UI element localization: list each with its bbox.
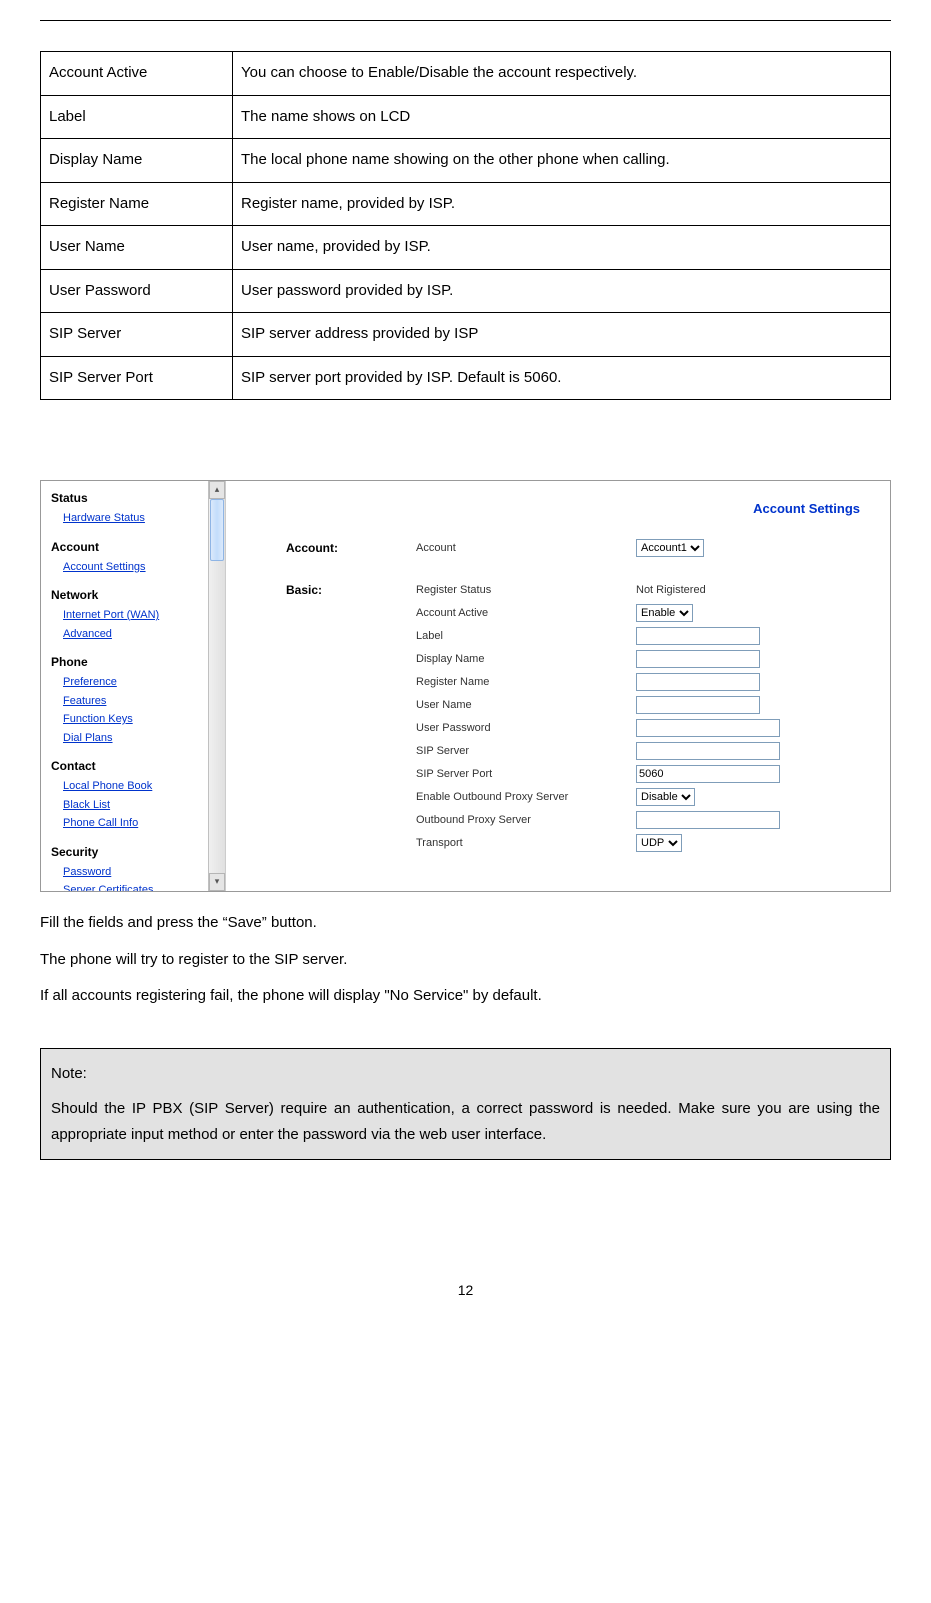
- sidebar-item-password[interactable]: Password: [63, 863, 221, 882]
- sidebar-item-internet-port[interactable]: Internet Port (WAN): [63, 606, 221, 625]
- table-row: User NameUser name, provided by ISP.: [41, 226, 891, 270]
- sidebar-item-hardware-status[interactable]: Hardware Status: [63, 509, 221, 528]
- term-cell: Display Name: [41, 139, 233, 183]
- field-label-transport: Transport: [416, 835, 636, 852]
- display-name-input[interactable]: [636, 650, 760, 668]
- field-label-outbound-proxy-enable: Enable Outbound Proxy Server: [416, 789, 636, 806]
- scroll-up-icon[interactable]: ▴: [209, 481, 225, 499]
- sidebar-group-status: Status: [51, 489, 221, 507]
- desc-cell: SIP server address provided by ISP: [233, 313, 891, 357]
- sidebar-group-phone: Phone: [51, 653, 221, 671]
- sidebar-group-security: Security: [51, 843, 221, 861]
- desc-cell: User password provided by ISP.: [233, 269, 891, 313]
- desc-cell: SIP server port provided by ISP. Default…: [233, 356, 891, 400]
- field-label-register-name: Register Name: [416, 674, 636, 691]
- table-row: SIP Server PortSIP server port provided …: [41, 356, 891, 400]
- desc-cell: Register name, provided by ISP.: [233, 182, 891, 226]
- page-number: 12: [40, 1280, 891, 1301]
- field-label-sip-server: SIP Server: [416, 743, 636, 760]
- note-title: Note:: [51, 1061, 880, 1087]
- table-row: User PasswordUser password provided by I…: [41, 269, 891, 313]
- main-panel: Account Settings Account: Account Accoun…: [226, 481, 890, 891]
- table-row: Register NameRegister name, provided by …: [41, 182, 891, 226]
- field-label-account: Account: [416, 540, 636, 557]
- sidebar-group-contact: Contact: [51, 757, 221, 775]
- transport-select[interactable]: UDP: [636, 834, 682, 852]
- note-box: Note: Should the IP PBX (SIP Server) req…: [40, 1048, 891, 1161]
- instruction-paragraph-3: If all accounts registering fail, the ph…: [40, 985, 891, 1008]
- field-label-account-active: Account Active: [416, 605, 636, 622]
- label-input[interactable]: [636, 627, 760, 645]
- sidebar-item-features[interactable]: Features: [63, 692, 221, 711]
- sidebar-group-account: Account: [51, 538, 221, 556]
- scroll-down-icon[interactable]: ▾: [209, 873, 225, 891]
- sidebar-item-local-phone-book[interactable]: Local Phone Book: [63, 777, 221, 796]
- sidebar-item-account-settings[interactable]: Account Settings: [63, 558, 221, 577]
- instruction-paragraph-2: The phone will try to register to the SI…: [40, 949, 891, 972]
- sidebar-item-black-list[interactable]: Black List: [63, 796, 221, 815]
- sidebar-item-server-certificates[interactable]: Server Certificates: [63, 881, 221, 891]
- definitions-table: Account ActiveYou can choose to Enable/D…: [40, 51, 891, 400]
- scroll-thumb[interactable]: [210, 499, 224, 561]
- table-row: SIP ServerSIP server address provided by…: [41, 313, 891, 357]
- sidebar-item-dial-plans[interactable]: Dial Plans: [63, 729, 221, 748]
- note-body: Should the IP PBX (SIP Server) require a…: [51, 1096, 880, 1147]
- sidebar-item-function-keys[interactable]: Function Keys: [63, 710, 221, 729]
- term-cell: Register Name: [41, 182, 233, 226]
- term-cell: Account Active: [41, 52, 233, 96]
- account-select[interactable]: Account1: [636, 539, 704, 557]
- sidebar-item-preference[interactable]: Preference: [63, 673, 221, 692]
- field-label-label: Label: [416, 628, 636, 645]
- term-cell: Label: [41, 95, 233, 139]
- account-active-select[interactable]: Enable: [636, 604, 693, 622]
- table-row: LabelThe name shows on LCD: [41, 95, 891, 139]
- account-settings-screenshot: Status Hardware Status Account Account S…: [40, 480, 891, 892]
- user-name-input[interactable]: [636, 696, 760, 714]
- term-cell: SIP Server: [41, 313, 233, 357]
- field-label-user-password: User Password: [416, 720, 636, 737]
- sidebar-item-phone-call-info[interactable]: Phone Call Info: [63, 814, 221, 833]
- outbound-proxy-enable-select[interactable]: Disable: [636, 788, 695, 806]
- register-name-input[interactable]: [636, 673, 760, 691]
- user-password-input[interactable]: [636, 719, 780, 737]
- term-cell: User Password: [41, 269, 233, 313]
- desc-cell: User name, provided by ISP.: [233, 226, 891, 270]
- field-label-display-name: Display Name: [416, 651, 636, 668]
- panel-title: Account Settings: [753, 499, 860, 519]
- field-label-register-status: Register Status: [416, 582, 636, 599]
- table-row: Account ActiveYou can choose to Enable/D…: [41, 52, 891, 96]
- section-account-label: Account:: [286, 539, 376, 557]
- desc-cell: The local phone name showing on the othe…: [233, 139, 891, 183]
- register-status-value: Not Rigistered: [636, 582, 776, 599]
- desc-cell: You can choose to Enable/Disable the acc…: [233, 52, 891, 96]
- field-label-sip-server-port: SIP Server Port: [416, 766, 636, 783]
- sidebar-item-advanced[interactable]: Advanced: [63, 625, 221, 644]
- sidebar-scrollbar[interactable]: ▴ ▾: [208, 481, 225, 891]
- table-row: Display NameThe local phone name showing…: [41, 139, 891, 183]
- sidebar-group-network: Network: [51, 586, 221, 604]
- field-label-user-name: User Name: [416, 697, 636, 714]
- sip-server-port-input[interactable]: [636, 765, 780, 783]
- term-cell: SIP Server Port: [41, 356, 233, 400]
- term-cell: User Name: [41, 226, 233, 270]
- sip-server-input[interactable]: [636, 742, 780, 760]
- sidebar: Status Hardware Status Account Account S…: [41, 481, 226, 891]
- section-basic-label: Basic:: [286, 581, 376, 599]
- desc-cell: The name shows on LCD: [233, 95, 891, 139]
- outbound-proxy-server-input[interactable]: [636, 811, 780, 829]
- instruction-paragraph-1: Fill the fields and press the “Save” but…: [40, 912, 891, 935]
- field-label-outbound-proxy-server: Outbound Proxy Server: [416, 812, 636, 829]
